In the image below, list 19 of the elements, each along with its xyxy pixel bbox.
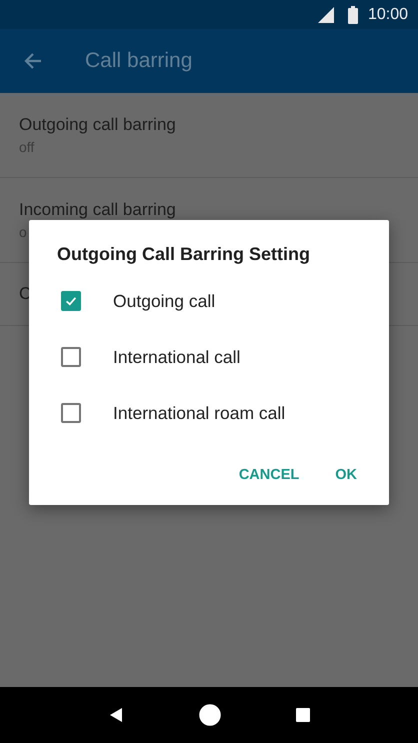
item-title: Incoming call barring xyxy=(19,200,177,220)
back-triangle-icon[interactable] xyxy=(108,707,124,723)
checkbox[interactable] xyxy=(61,347,81,367)
clock-time: 10:00 xyxy=(368,6,408,24)
item-title: Outgoing call barring xyxy=(19,115,177,135)
option-label: International roam call xyxy=(113,402,286,424)
dialog-title: Outgoing Call Barring Setting xyxy=(56,244,311,265)
screen-title: Call barring xyxy=(85,49,192,73)
battery-icon xyxy=(348,6,358,24)
recents-square-icon[interactable] xyxy=(296,708,310,722)
option-label: Outgoing call xyxy=(113,290,216,312)
signal-icon xyxy=(318,6,334,22)
checkbox[interactable] xyxy=(61,291,81,311)
back-arrow-icon[interactable] xyxy=(23,51,43,71)
dialog-button[interactable]: CANCEL xyxy=(224,457,314,493)
dialog-button[interactable]: OK xyxy=(321,457,371,493)
option-label: International call xyxy=(113,346,240,368)
home-circle-icon[interactable] xyxy=(198,704,221,726)
checkbox[interactable] xyxy=(61,403,81,423)
